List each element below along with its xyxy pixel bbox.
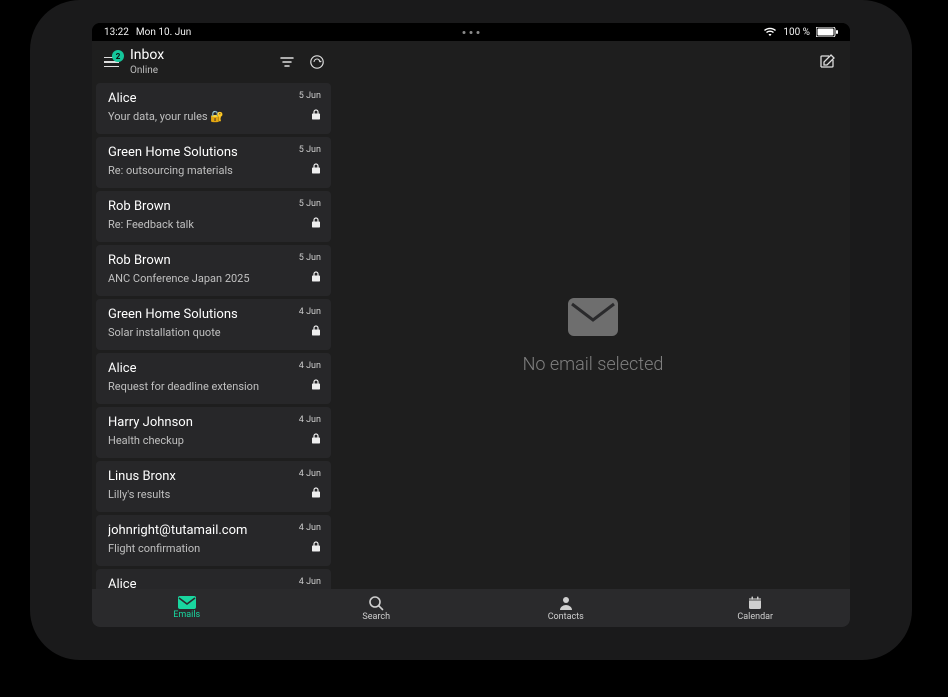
message-item[interactable]: Alice Your data, your rules 🔐 5 Jun <box>96 83 331 134</box>
compose-button[interactable] <box>818 53 836 71</box>
menu-button[interactable]: 2 <box>98 49 124 75</box>
message-item[interactable]: Linus Bronx Lilly's results 4 Jun <box>96 461 331 512</box>
email-detail-pane: No email selected <box>336 41 850 589</box>
nav-emails[interactable]: Emails <box>92 589 282 627</box>
encryption-lock-icon <box>311 321 321 340</box>
status-battery-text: 100 % <box>783 27 810 38</box>
tablet-statusbar: 13:22 Mon 10. Jun 100 % <box>92 23 850 41</box>
encryption-lock-icon <box>311 267 321 286</box>
message-item[interactable]: Green Home Solutions Solar installation q… <box>96 299 331 350</box>
empty-state-envelope-icon <box>568 298 618 336</box>
message-from: Alice <box>108 361 259 376</box>
nav-calendar-label: Calendar <box>737 612 773 622</box>
message-subject: Health checkup <box>108 434 193 447</box>
wifi-icon <box>763 27 777 37</box>
encryption-lock-icon <box>311 483 321 502</box>
nav-emails-label: Emails <box>173 610 200 620</box>
message-from: Rob Brown <box>108 253 250 268</box>
unread-badge: 2 <box>112 50 124 62</box>
empty-state-text: No email selected <box>523 354 664 375</box>
message-item[interactable]: Rob Brown Re: Feedback talk 5 Jun <box>96 191 331 242</box>
message-subject: Re: Feedback talk <box>108 218 194 231</box>
message-date: 4 Jun <box>299 307 321 317</box>
message-subject: ANC Conference Japan 2025 <box>108 272 250 285</box>
message-subject: Request for deadline extension <box>108 380 259 393</box>
person-icon <box>558 595 574 611</box>
message-from: Green Home Solutions <box>108 307 238 322</box>
nav-search-label: Search <box>362 612 390 622</box>
connection-status: Online <box>130 65 164 76</box>
sidebar-header: 2 Inbox Online <box>92 41 335 83</box>
message-item[interactable]: Green Home Solutions Re: outsourcing mate… <box>96 137 331 188</box>
status-time: 13:22 <box>104 27 129 38</box>
encryption-lock-icon <box>311 105 321 124</box>
message-subject: Lilly's results <box>108 488 176 501</box>
filter-button[interactable] <box>279 54 295 70</box>
message-subject: Re: outsourcing materials <box>108 164 238 177</box>
nav-calendar[interactable]: Calendar <box>661 589 851 627</box>
message-from: Alice <box>108 91 224 106</box>
search-icon <box>368 595 384 611</box>
message-from: Rob Brown <box>108 199 194 214</box>
message-from: johnright@tutamail.com <box>108 523 247 538</box>
nav-contacts-label: Contacts <box>548 612 584 622</box>
message-list[interactable]: AliceYour data, your rules 🔐5 JunGreen H… <box>92 83 335 589</box>
mail-icon <box>178 596 196 609</box>
mailbox-title: Inbox <box>130 48 164 63</box>
message-item[interactable]: Harry Johnson Health checkup 4 Jun <box>96 407 331 458</box>
encryption-lock-icon <box>311 537 321 556</box>
message-from: Green Home Solutions <box>108 145 238 160</box>
encryption-lock-icon <box>311 213 321 232</box>
encryption-lock-icon <box>311 159 321 178</box>
bottom-nav: Emails Search Contacts Calendar <box>92 589 850 627</box>
nav-contacts[interactable]: Contacts <box>471 589 661 627</box>
message-subject: Your data, your rules 🔐 <box>108 110 224 123</box>
encryption-lock-icon <box>311 429 321 448</box>
nav-search[interactable]: Search <box>282 589 472 627</box>
message-date: 5 Jun <box>299 91 321 101</box>
message-subject: Solar installation quote <box>108 326 238 339</box>
message-subject: Flight confirmation <box>108 542 247 555</box>
message-from: Harry Johnson <box>108 415 193 430</box>
status-date: Mon 10. Jun <box>136 27 191 38</box>
message-from: Linus Bronx <box>108 469 176 484</box>
message-date: 5 Jun <box>299 145 321 155</box>
calendar-icon <box>747 595 763 611</box>
message-from: Alice <box>108 577 137 589</box>
message-date: 4 Jun <box>299 577 321 587</box>
message-date: 4 Jun <box>299 361 321 371</box>
sync-button[interactable] <box>309 54 325 70</box>
message-date: 5 Jun <box>299 253 321 263</box>
message-item[interactable]: Rob Brown ANC Conference Japan 2025 5 Jun <box>96 245 331 296</box>
message-item[interactable]: Alice 4 Jun <box>96 569 331 589</box>
email-list-pane: 2 Inbox Online Alice Your data, your rule… <box>92 41 336 589</box>
message-item[interactable]: johnright@tutamail.com Flight confirmatio… <box>96 515 331 566</box>
message-date: 4 Jun <box>299 469 321 479</box>
message-date: 4 Jun <box>299 415 321 425</box>
message-date: 5 Jun <box>299 199 321 209</box>
message-date: 4 Jun <box>299 523 321 533</box>
message-item[interactable]: Alice Request for deadline extension 4 Jun <box>96 353 331 404</box>
encryption-lock-icon <box>311 375 321 394</box>
multitask-indicator-dots <box>463 31 480 34</box>
battery-icon <box>816 27 838 37</box>
